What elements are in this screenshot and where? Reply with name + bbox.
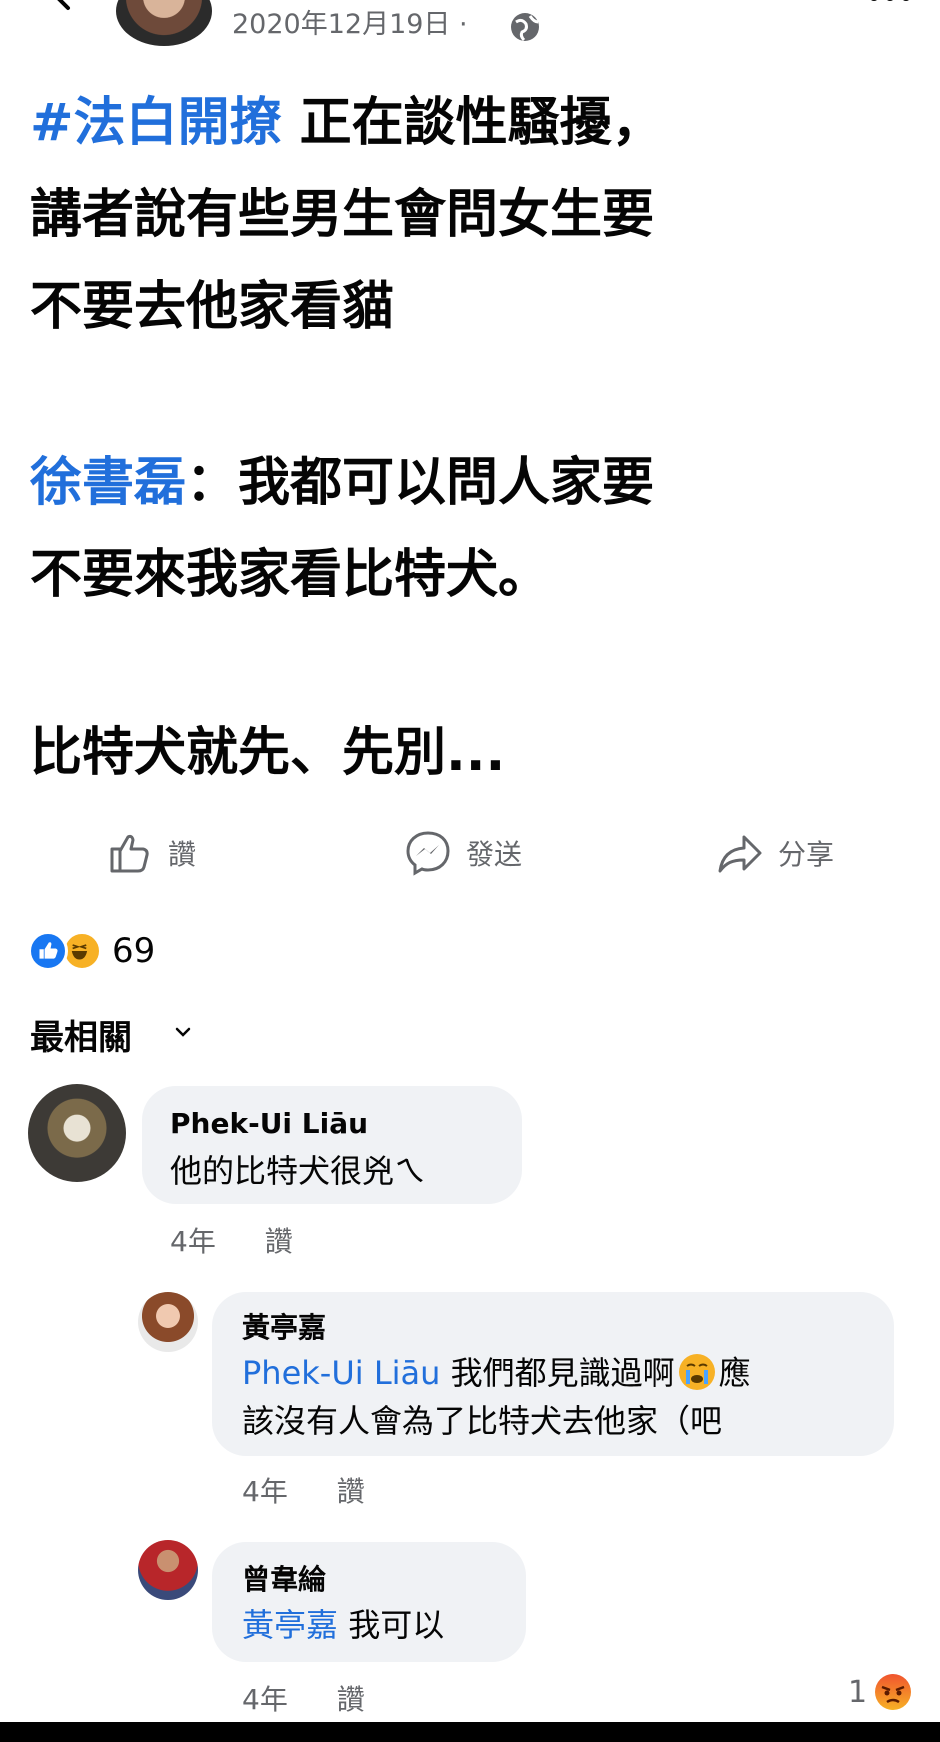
angry-reaction-icon — [875, 1674, 912, 1710]
comment-text: 應 — [718, 1354, 751, 1392]
post-date[interactable]: 2020年12月19日 · — [232, 8, 468, 42]
post-text: 正在談性騷擾， — [281, 93, 664, 153]
comment-text-line-2: 該沒有人會為了比特犬去他家（吧 — [242, 1402, 723, 1440]
globe-icon — [511, 13, 539, 42]
mention-link[interactable]: 黃亭嘉 — [242, 1606, 338, 1644]
mention-link[interactable]: Phek-Ui Liāu — [242, 1354, 440, 1392]
post-line-6: 比特犬就先、先別... — [30, 723, 506, 783]
share-button[interactable]: 分享 — [716, 826, 834, 880]
commenter-avatar[interactable] — [138, 1540, 198, 1600]
messenger-icon — [406, 831, 450, 876]
commenter-avatar[interactable] — [138, 1292, 198, 1352]
comment-text: 我可以 — [338, 1606, 445, 1644]
post-line-2: 講者說有些男生會問女生要 — [30, 185, 655, 245]
reaction-count: 69 — [112, 931, 156, 971]
author-avatar[interactable] — [116, 0, 212, 46]
commenter-name[interactable]: Phek-Ui Liāu — [170, 1106, 368, 1142]
comment-like-button[interactable]: 讚 — [337, 1683, 365, 1716]
comment-text: 他的比特犬很兇ㄟ — [170, 1152, 427, 1190]
chevron-down-icon[interactable] — [174, 1026, 192, 1038]
crying-face-icon — [678, 1354, 715, 1390]
commenter-avatar[interactable] — [28, 1084, 126, 1182]
more-options-icon[interactable] — [860, 0, 920, 8]
comment-like-button[interactable]: 讚 — [337, 1475, 365, 1508]
post-line-4: 徐書磊：我都可以問人家要 — [30, 452, 654, 514]
post-line-1: #法白開撩 正在談性騷擾， — [30, 92, 664, 154]
send-button[interactable]: 發送 — [404, 826, 522, 880]
commenter-name[interactable]: 黃亭嘉 — [242, 1310, 326, 1346]
like-label: 讚 — [168, 838, 197, 871]
haha-reaction-icon — [62, 931, 102, 971]
comment-reaction-count: 1 — [848, 1674, 868, 1710]
thumbs-up-icon — [110, 834, 149, 873]
comment-like-button[interactable]: 讚 — [265, 1225, 293, 1258]
comment-time: 4年 — [242, 1475, 288, 1508]
comment-time: 4年 — [242, 1683, 288, 1716]
share-arrow-icon — [718, 835, 762, 873]
post-line-5: 不要來我家看比特犬。 — [30, 545, 551, 605]
comment-text-line: 黃亭嘉 我可以 — [242, 1602, 444, 1648]
comment-meta: 4年 讚 — [242, 1678, 405, 1718]
post-text: ：我都可以問人家要 — [186, 453, 655, 513]
post-date-text: 2020年12月19日 — [232, 9, 451, 40]
comment-meta: 4年 讚 — [170, 1220, 333, 1260]
bottom-edge — [0, 1722, 940, 1742]
send-label: 發送 — [466, 838, 523, 871]
post-line-3: 不要去他家看貓 — [30, 277, 395, 337]
comment-text-line-1: Phek-Ui Liāu 我們都見識過啊 應 — [242, 1350, 751, 1396]
comment-text: 我們都見識過啊 — [440, 1354, 675, 1392]
comment-sort-dropdown[interactable]: 最相關 — [30, 1010, 132, 1059]
date-separator: · — [459, 9, 468, 40]
like-reaction-icon — [28, 931, 68, 971]
back-arrow-icon[interactable] — [40, 0, 80, 20]
share-label: 分享 — [778, 838, 835, 871]
commenter-name[interactable]: 曾韋綸 — [242, 1562, 326, 1598]
reaction-summary[interactable]: 69 — [28, 928, 155, 974]
like-button[interactable]: 讚 — [106, 826, 196, 880]
hashtag-link[interactable]: #法白開撩 — [30, 93, 282, 153]
comment-time: 4年 — [170, 1225, 216, 1258]
comment-meta: 4年 讚 — [242, 1470, 405, 1510]
comment-reaction-summary[interactable]: 1 — [848, 1672, 913, 1712]
mention-link[interactable]: 徐書磊 — [30, 453, 186, 513]
